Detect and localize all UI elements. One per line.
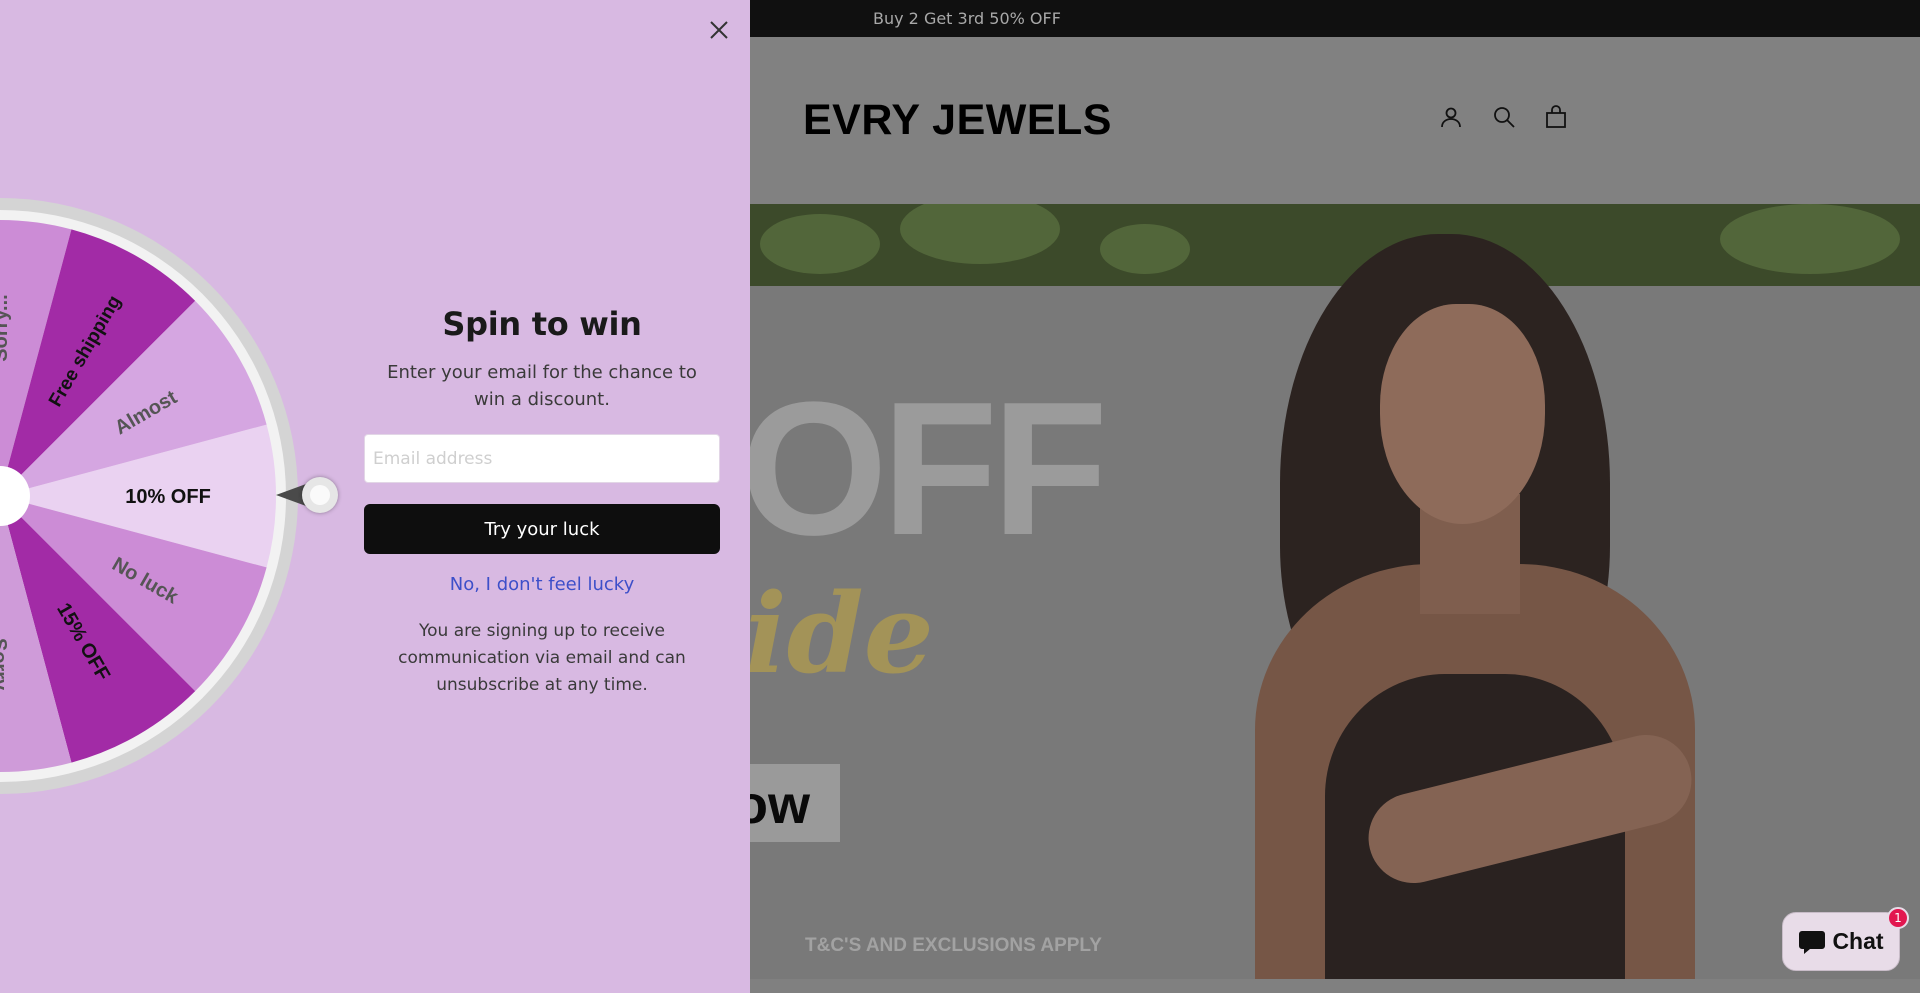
wheel-segment-label: Sorry <box>0 638 10 691</box>
wheel-segment-label: 10% OFF <box>125 486 211 508</box>
spin-to-win-popup: 10% OFF No luck 15% OFF Sorry Sorry... Free s… <box>0 0 750 993</box>
search-icon[interactable] <box>1490 103 1518 131</box>
popup-disclaimer: You are signing up to receive communicat… <box>398 621 686 695</box>
wheel-pointer-knob <box>302 477 338 513</box>
decline-link[interactable]: No, I don't feel lucky <box>364 574 720 595</box>
chat-label: Chat <box>1832 928 1884 954</box>
close-icon <box>710 21 728 39</box>
prize-wheel-graphic: 10% OFFNo luck15% OFFSorrySorry... Free s… <box>0 198 298 794</box>
popup-subtitle: Enter your email for the chance to win a… <box>387 362 697 410</box>
wheel-segment-label: Sorry... <box>0 294 12 361</box>
chat-button[interactable]: Chat 1 <box>1782 907 1909 971</box>
close-popup-button[interactable] <box>706 17 732 43</box>
email-input[interactable] <box>364 434 720 483</box>
try-your-luck-button[interactable]: Try your luck <box>364 504 720 554</box>
prize-wheel: 10% OFF No luck 15% OFF Sorry Sorry... Free s… <box>0 196 300 796</box>
store-logo[interactable]: EVRY JEWELS <box>803 96 1112 145</box>
account-icon[interactable] <box>1437 103 1465 131</box>
announcement-text: Buy 2 Get 3rd 50% OFF <box>873 9 1061 28</box>
chat-bubble-icon <box>1799 930 1826 954</box>
hero-headline: OFF <box>740 363 1108 575</box>
popup-title: Spin to win <box>442 305 642 343</box>
cart-icon[interactable] <box>1542 103 1570 131</box>
hero-script-word: ide <box>745 569 934 698</box>
hero-terms: T&C'S AND EXCLUSIONS APPLY <box>805 935 1102 956</box>
chat-unread-badge: 1 <box>1887 907 1909 929</box>
hero-model-image <box>1195 204 1715 979</box>
